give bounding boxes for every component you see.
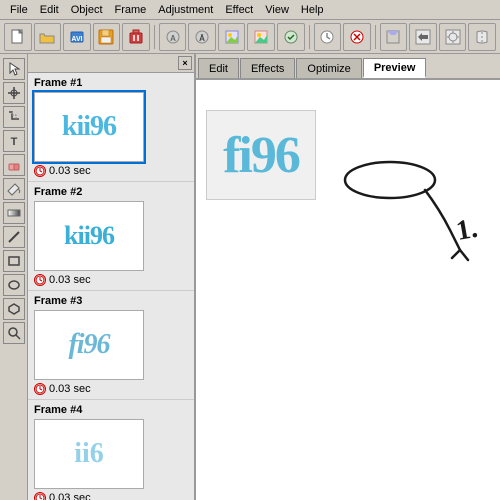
menu-view[interactable]: View: [259, 2, 295, 18]
frames-panel: × Frame #1 kii96 0.03 sec Frame #2: [28, 54, 196, 500]
frame-item-1[interactable]: Frame #1 kii96 0.03 sec: [28, 73, 194, 182]
menu-object[interactable]: Object: [65, 2, 109, 18]
frame-1-timing-row: 0.03 sec: [34, 165, 188, 177]
tool-pointer[interactable]: [3, 58, 25, 80]
tool-line[interactable]: [3, 226, 25, 248]
tool-rect[interactable]: [3, 250, 25, 272]
frame-3-preview[interactable]: fi96: [34, 310, 144, 380]
menu-file[interactable]: File: [4, 2, 34, 18]
menu-effect[interactable]: Effect: [219, 2, 259, 18]
canvas-content: fi96: [206, 110, 316, 200]
frame-3-label: Frame #3: [34, 295, 188, 307]
toolbar-sep-1: [154, 25, 155, 49]
toolbar-btn-save[interactable]: [93, 23, 121, 51]
frame-2-timing-icon: [34, 274, 46, 286]
svg-text:A: A: [170, 34, 176, 43]
frame-4-timing-icon: [34, 492, 46, 500]
tool-polygon[interactable]: [3, 298, 25, 320]
toolbar-btn-13[interactable]: [409, 23, 437, 51]
frame-1-preview[interactable]: kii96: [34, 92, 144, 162]
preview-main-text: fi96: [223, 126, 299, 185]
toolbar-btn-delete[interactable]: [122, 23, 150, 51]
toolbar-btn-9[interactable]: [277, 23, 305, 51]
frame-1-timing: 0.03 sec: [49, 165, 91, 177]
tool-crosshair[interactable]: [3, 82, 25, 104]
toolbar-btn-14[interactable]: [439, 23, 467, 51]
svg-text:1.: 1.: [454, 213, 480, 247]
frame-1-timing-icon: [34, 165, 46, 177]
frames-scrollable[interactable]: Frame #1 kii96 0.03 sec Frame #2 kii96: [28, 73, 194, 500]
frame-4-text: ii6: [74, 438, 104, 470]
left-tools: T: [0, 54, 28, 500]
toolbar-btn-10[interactable]: [314, 23, 342, 51]
tool-gradient[interactable]: [3, 202, 25, 224]
content-area: Edit Effects Optimize Preview fi96: [196, 54, 500, 500]
frame-2-label: Frame #2: [34, 186, 188, 198]
tool-paint[interactable]: [3, 178, 25, 200]
tab-edit[interactable]: Edit: [198, 58, 239, 78]
frame-3-timing-icon: [34, 383, 46, 395]
menubar: File Edit Object Frame Adjustment Effect…: [0, 0, 500, 20]
toolbar-btn-3[interactable]: AVI: [63, 23, 91, 51]
toolbar: AVI A Ā: [0, 20, 500, 54]
canvas-area: fi96 1.: [196, 80, 500, 500]
svg-text:AVI: AVI: [71, 36, 82, 43]
toolbar-btn-15[interactable]: [468, 23, 496, 51]
toolbar-btn-new[interactable]: [4, 23, 32, 51]
toolbar-btn-7[interactable]: [218, 23, 246, 51]
annotation-area: 1.: [370, 130, 490, 250]
toolbar-sep-2: [309, 25, 310, 49]
frame-item-3[interactable]: Frame #3 fi96 0.03 sec: [28, 291, 194, 400]
tab-optimize[interactable]: Optimize: [296, 58, 361, 78]
toolbar-btn-11[interactable]: [343, 23, 371, 51]
frames-panel-header: ×: [28, 54, 194, 73]
frame-2-timing: 0.03 sec: [49, 274, 91, 286]
toolbar-sep-3: [375, 25, 376, 49]
frame-1-text: kii96: [62, 111, 116, 143]
close-button[interactable]: ×: [178, 56, 192, 70]
menu-edit[interactable]: Edit: [34, 2, 65, 18]
toolbar-btn-12[interactable]: [380, 23, 408, 51]
frame-4-timing: 0.03 sec: [49, 492, 91, 500]
svg-text:T: T: [10, 136, 17, 148]
frame-4-label: Frame #4: [34, 404, 188, 416]
toolbar-btn-6[interactable]: Ā: [188, 23, 216, 51]
preview-image-box: fi96: [206, 110, 316, 200]
frame-4-preview[interactable]: ii6: [34, 419, 144, 489]
menu-frame[interactable]: Frame: [109, 2, 153, 18]
frame-3-text: fi96: [68, 329, 109, 361]
frame-1-label: Frame #1: [34, 77, 188, 89]
frame-4-timing-row: 0.03 sec: [34, 492, 188, 500]
toolbar-btn-5[interactable]: A: [159, 23, 187, 51]
frame-2-text: kii96: [64, 221, 114, 251]
frame-item-4[interactable]: Frame #4 ii6 0.03 sec: [28, 400, 194, 500]
frame-item-2[interactable]: Frame #2 kii96 0.03 sec: [28, 182, 194, 291]
svg-text:Ā: Ā: [199, 34, 205, 43]
toolbar-btn-8[interactable]: [247, 23, 275, 51]
frame-2-preview[interactable]: kii96: [34, 201, 144, 271]
tool-zoom[interactable]: [3, 322, 25, 344]
tool-ellipse[interactable]: [3, 274, 25, 296]
frame-2-timing-row: 0.03 sec: [34, 274, 188, 286]
tool-text[interactable]: T: [3, 130, 25, 152]
tab-effects[interactable]: Effects: [240, 58, 295, 78]
frame-3-timing-row: 0.03 sec: [34, 383, 188, 395]
tool-eraser[interactable]: [3, 154, 25, 176]
main-layout: T × F: [0, 54, 500, 500]
frame-3-timing: 0.03 sec: [49, 383, 91, 395]
tab-bar: Edit Effects Optimize Preview: [196, 54, 500, 80]
menu-help[interactable]: Help: [295, 2, 330, 18]
toolbar-btn-open[interactable]: [34, 23, 62, 51]
menu-adjustment[interactable]: Adjustment: [152, 2, 219, 18]
tab-preview[interactable]: Preview: [363, 58, 427, 78]
tool-crop[interactable]: [3, 106, 25, 128]
